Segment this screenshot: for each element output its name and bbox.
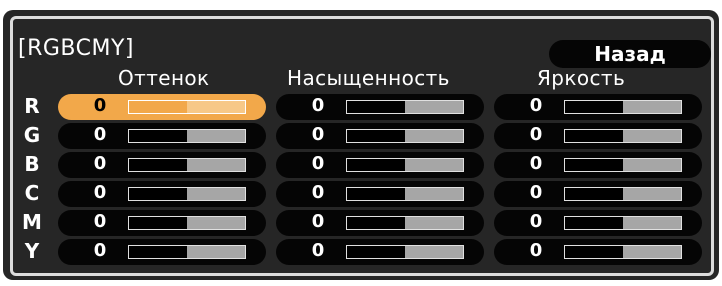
adjust-y-saturation[interactable]: 0 (276, 239, 484, 265)
column-header-hue: Оттенок (118, 66, 210, 90)
adjust-y-brightness[interactable]: 0 (494, 239, 702, 265)
value-readout: 0 (529, 153, 543, 174)
adjust-b-brightness[interactable]: 0 (494, 152, 702, 178)
adjust-g-brightness[interactable]: 0 (494, 123, 702, 149)
level-fill (347, 130, 405, 142)
level-fill (347, 159, 405, 171)
adjust-y-hue[interactable]: 0 (58, 239, 266, 265)
level-slider[interactable] (346, 245, 464, 259)
row-label-m: M (22, 210, 42, 234)
level-fill (565, 188, 623, 200)
level-fill (347, 246, 405, 258)
level-slider[interactable] (564, 100, 682, 114)
row-label-g: G (23, 123, 41, 147)
value-readout: 0 (529, 240, 543, 261)
value-readout: 0 (311, 240, 325, 261)
column-header-saturation: Насыщенность (287, 66, 450, 90)
adjust-r-brightness[interactable]: 0 (494, 94, 702, 120)
adjust-m-hue[interactable]: 0 (58, 210, 266, 236)
back-button[interactable]: Назад (549, 40, 711, 68)
level-slider[interactable] (564, 129, 682, 143)
adjust-r-saturation[interactable]: 0 (276, 94, 484, 120)
level-fill (347, 217, 405, 229)
adjust-r-hue[interactable]: 0 (58, 94, 266, 120)
value-readout: 0 (311, 211, 325, 232)
level-slider[interactable] (128, 187, 246, 201)
row-label-c: C (24, 181, 40, 205)
level-fill (565, 246, 623, 258)
level-fill (565, 159, 623, 171)
level-fill (129, 101, 187, 113)
level-fill (129, 246, 187, 258)
level-fill (565, 101, 623, 113)
adjust-g-hue[interactable]: 0 (58, 123, 266, 149)
level-slider[interactable] (128, 245, 246, 259)
column-header-brightness: Яркость (537, 66, 626, 90)
adjust-m-brightness[interactable]: 0 (494, 210, 702, 236)
level-slider[interactable] (346, 187, 464, 201)
level-slider[interactable] (128, 216, 246, 230)
value-readout: 0 (311, 95, 325, 116)
value-readout: 0 (529, 182, 543, 203)
value-readout: 0 (529, 124, 543, 145)
level-slider[interactable] (128, 158, 246, 172)
value-readout: 0 (529, 211, 543, 232)
value-readout: 0 (93, 95, 107, 116)
value-readout: 0 (311, 182, 325, 203)
adjust-c-brightness[interactable]: 0 (494, 181, 702, 207)
value-readout: 0 (311, 153, 325, 174)
level-slider[interactable] (346, 100, 464, 114)
level-fill (129, 188, 187, 200)
level-slider[interactable] (128, 129, 246, 143)
value-readout: 0 (93, 240, 107, 261)
value-readout: 0 (93, 124, 107, 145)
row-label-r: R (24, 94, 40, 118)
adjust-c-hue[interactable]: 0 (58, 181, 266, 207)
value-readout: 0 (93, 182, 107, 203)
value-readout: 0 (93, 153, 107, 174)
level-fill (565, 130, 623, 142)
adjust-b-hue[interactable]: 0 (58, 152, 266, 178)
row-label-y: Y (24, 239, 40, 263)
level-slider[interactable] (346, 216, 464, 230)
level-slider[interactable] (346, 129, 464, 143)
level-slider[interactable] (128, 100, 246, 114)
level-fill (129, 159, 187, 171)
row-label-b: B (24, 152, 40, 176)
level-fill (347, 188, 405, 200)
value-readout: 0 (311, 124, 325, 145)
adjust-g-saturation[interactable]: 0 (276, 123, 484, 149)
value-readout: 0 (529, 95, 543, 116)
level-slider[interactable] (564, 158, 682, 172)
level-slider[interactable] (346, 158, 464, 172)
level-fill (129, 217, 187, 229)
page-title: [RGBCMY] (18, 36, 134, 61)
adjust-b-saturation[interactable]: 0 (276, 152, 484, 178)
adjust-c-saturation[interactable]: 0 (276, 181, 484, 207)
level-slider[interactable] (564, 216, 682, 230)
level-fill (129, 130, 187, 142)
value-readout: 0 (93, 211, 107, 232)
level-slider[interactable] (564, 245, 682, 259)
level-fill (565, 217, 623, 229)
level-fill (347, 101, 405, 113)
level-slider[interactable] (564, 187, 682, 201)
adjust-m-saturation[interactable]: 0 (276, 210, 484, 236)
